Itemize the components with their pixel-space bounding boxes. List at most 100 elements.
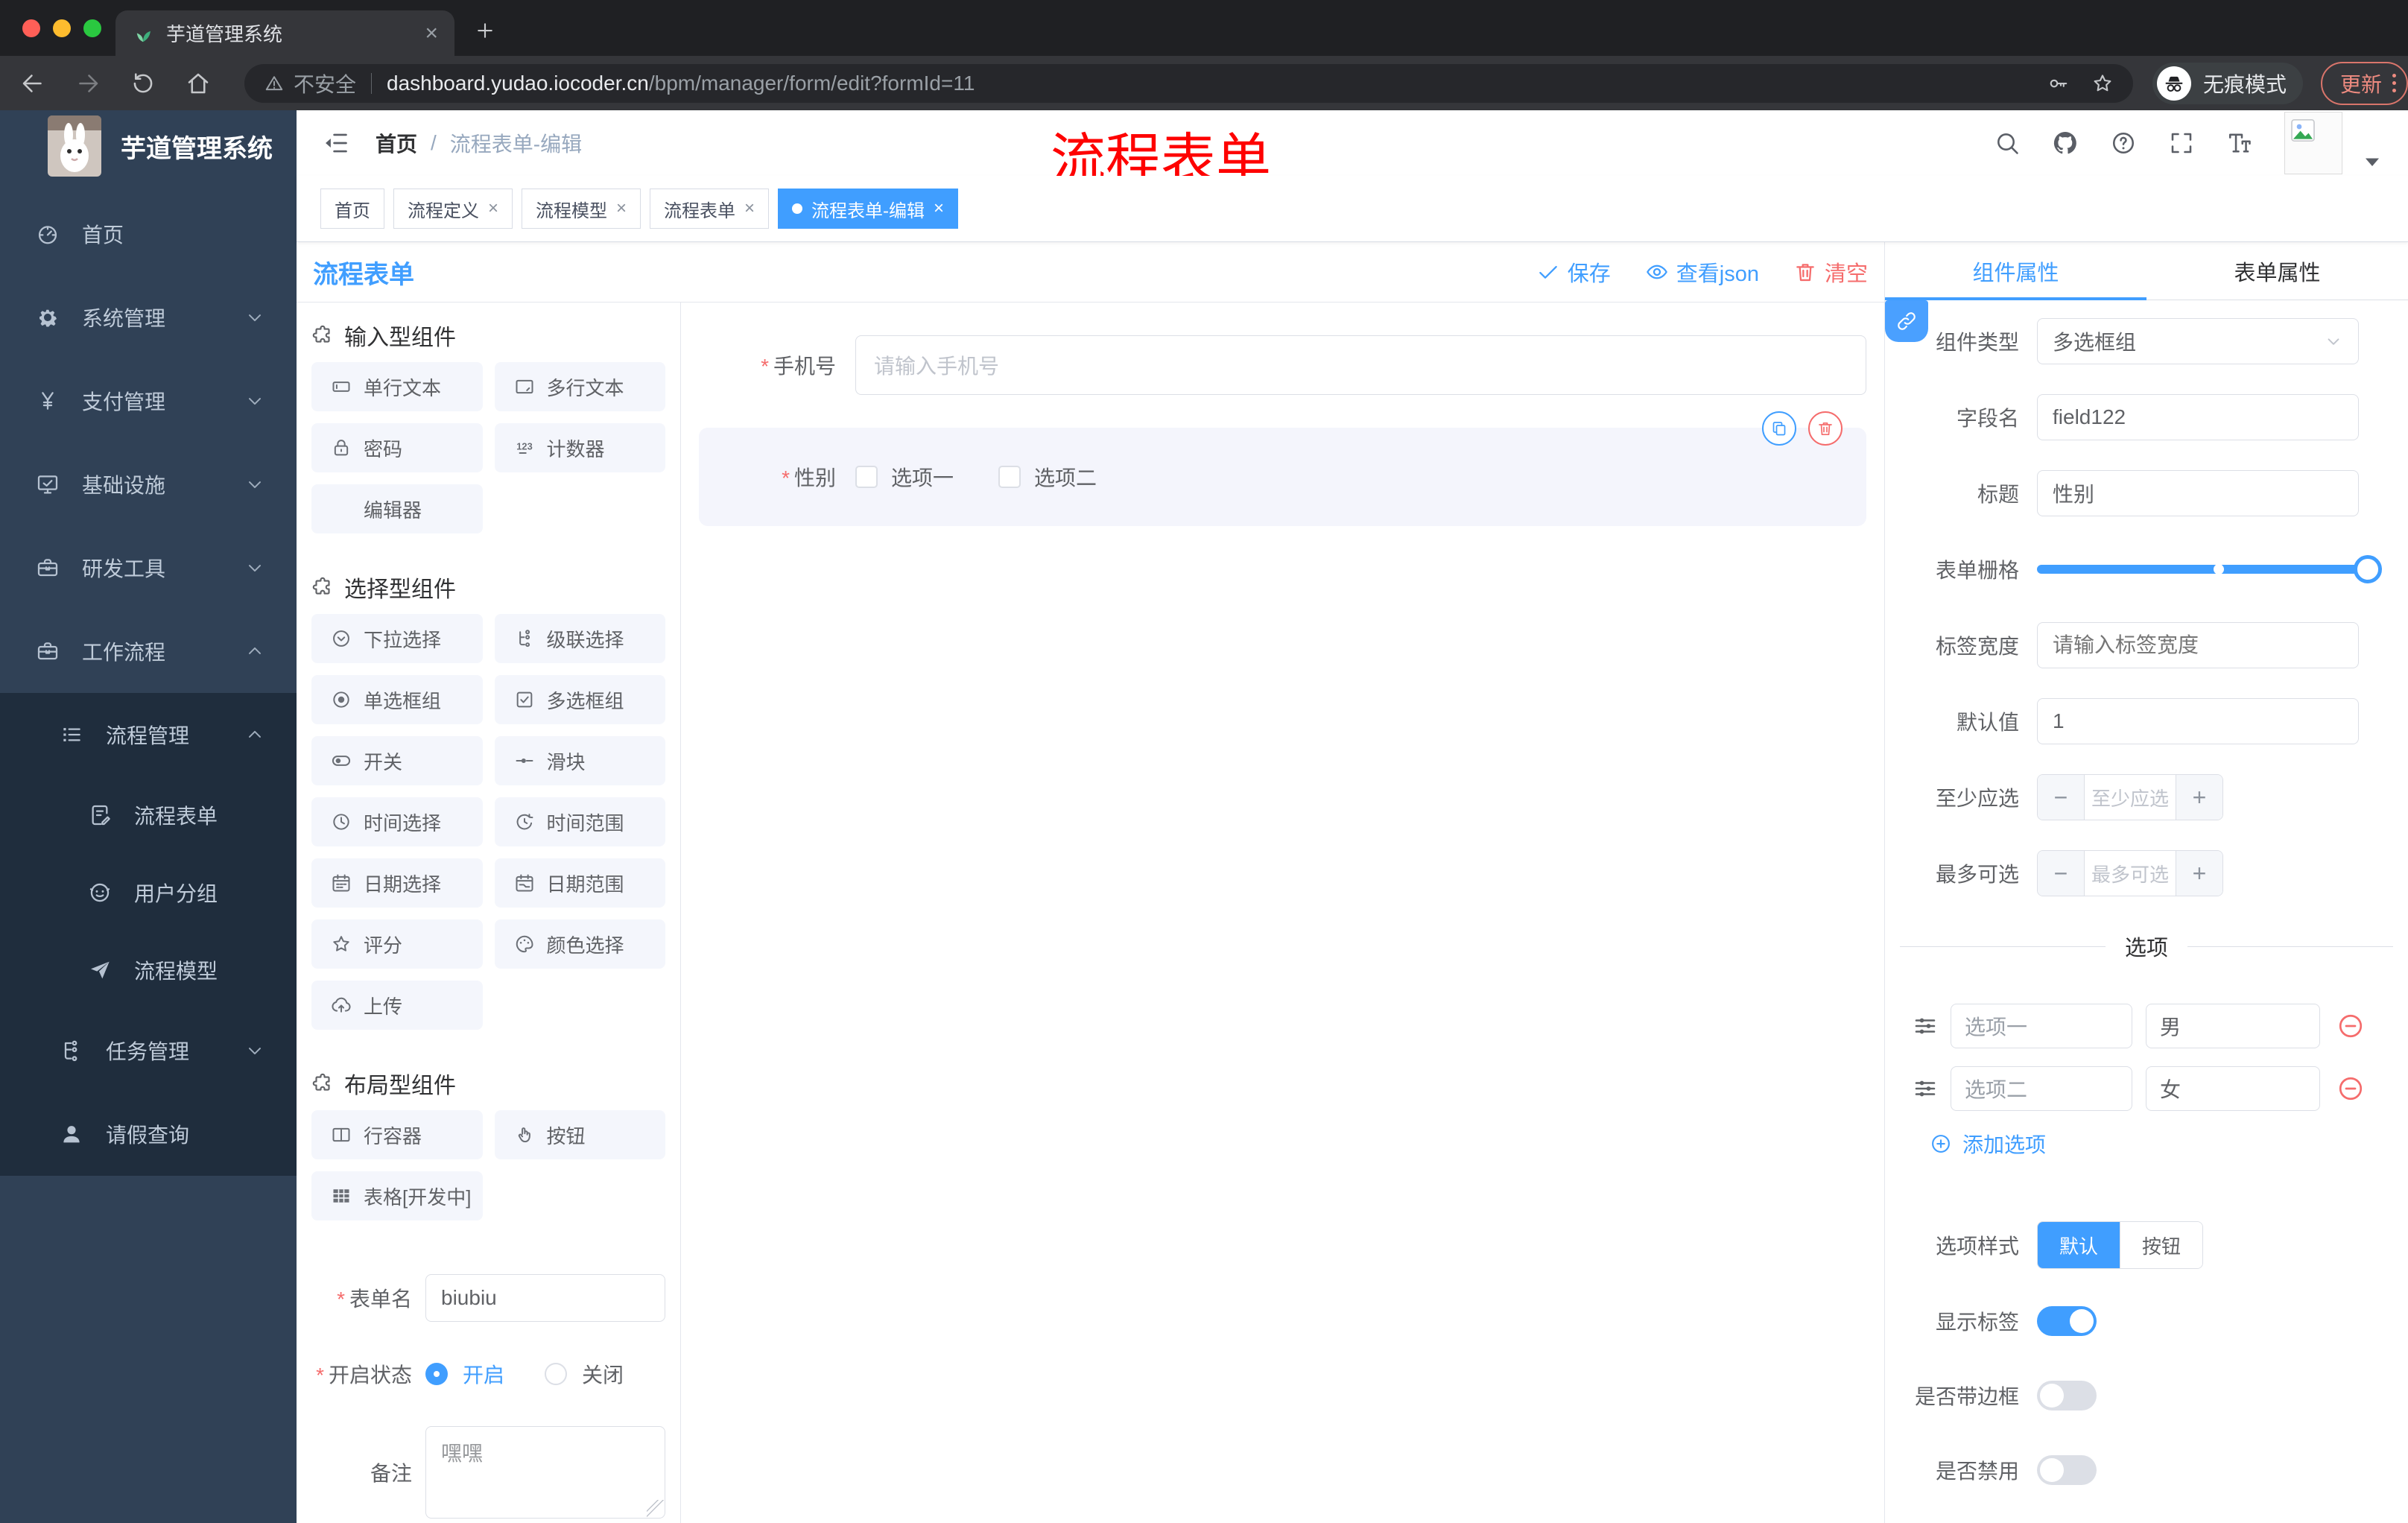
component-chip-多行文本[interactable]: 多行文本 (494, 362, 665, 411)
component-chip-密码[interactable]: 密码 (311, 423, 483, 472)
title-input[interactable] (2037, 470, 2359, 516)
max-select-placeholder[interactable]: 最多可选 (2085, 851, 2176, 896)
sidebar-logo[interactable]: 芋道管理系统 (0, 110, 297, 182)
copy-field-button[interactable] (1762, 411, 1796, 446)
sidebar-item-支付管理[interactable]: 支付管理 (0, 359, 297, 443)
component-chip-按钮[interactable]: 按钮 (494, 1110, 665, 1159)
sidebar-item-首页[interactable]: 首页 (0, 192, 297, 276)
phone-input[interactable]: 请输入手机号 (855, 335, 1866, 395)
field-name-input[interactable] (2037, 394, 2359, 440)
component-chip-颜色选择[interactable]: 颜色选择 (494, 919, 665, 969)
sidebar-item-任务管理[interactable]: 任务管理 (0, 1009, 297, 1092)
tag-流程定义[interactable]: 流程定义 × (393, 189, 513, 229)
add-option-button[interactable]: 添加选项 (1930, 1129, 2393, 1159)
form-canvas[interactable]: * 手机号 请输入手机号 * 性别 选项一 选项二 (681, 303, 1884, 1523)
url-bar[interactable]: 不安全 dashboard.yudao.iocoder.cn/bpm/manag… (244, 63, 2133, 103)
sidebar-item-基础设施[interactable]: 基础设施 (0, 443, 297, 526)
sidebar-item-流程模型[interactable]: 流程模型 (0, 931, 297, 1009)
toggle-是否带边框[interactable] (2037, 1381, 2097, 1410)
sidebar-item-流程表单[interactable]: 流程表单 (0, 776, 297, 854)
option-text-input[interactable] (1951, 1004, 2132, 1048)
sidebar-item-系统管理[interactable]: 系统管理 (0, 276, 297, 359)
component-chip-开关[interactable]: 开关 (311, 736, 483, 785)
form-name-input[interactable] (425, 1274, 665, 1322)
default-value-input[interactable] (2037, 698, 2359, 744)
back-icon[interactable] (19, 70, 46, 97)
status-radio-off[interactable] (545, 1363, 568, 1385)
traffic-lights[interactable] (22, 19, 101, 37)
avatar[interactable] (2284, 112, 2342, 174)
font-size-icon[interactable] (2226, 130, 2253, 156)
update-button[interactable]: 更新 (2320, 61, 2408, 105)
stepper-plus-button[interactable]: + (2176, 851, 2222, 896)
home-icon[interactable] (185, 70, 212, 97)
component-type-select[interactable]: 多选框组 (2037, 318, 2359, 364)
traffic-light-2[interactable] (83, 19, 101, 37)
bookmark-star-icon[interactable] (2091, 72, 2114, 95)
tag-close-icon[interactable]: × (616, 198, 627, 219)
avatar-caret-icon[interactable] (2359, 148, 2386, 175)
status-on-label[interactable]: 开启 (463, 1359, 504, 1389)
breadcrumb-home[interactable]: 首页 (376, 128, 417, 158)
remove-option-button[interactable] (2336, 1012, 2365, 1040)
tab-component-props[interactable]: 组件属性 (1885, 242, 2146, 300)
delete-field-button[interactable] (1808, 411, 1843, 446)
help-icon[interactable] (2110, 130, 2137, 156)
toggle-是否禁用[interactable] (2037, 1455, 2097, 1485)
tab-form-props[interactable]: 表单属性 (2146, 242, 2408, 300)
security-label[interactable]: 不安全 (294, 69, 356, 98)
toggle-显示标签[interactable] (2037, 1306, 2097, 1336)
option-value-input[interactable] (2146, 1004, 2320, 1048)
github-icon[interactable] (2052, 130, 2079, 156)
component-chip-上传[interactable]: 上传 (311, 981, 483, 1030)
view-json-button[interactable]: 查看json (1645, 256, 1759, 288)
link-tab[interactable] (1885, 300, 1928, 342)
component-chip-单行文本[interactable]: 单行文本 (311, 362, 483, 411)
tab-close-icon[interactable]: × (425, 22, 438, 45)
canvas-field-gender-selected[interactable]: * 性别 选项一 选项二 (699, 411, 1866, 526)
tag-close-icon[interactable]: × (934, 198, 944, 219)
canvas-field-phone[interactable]: * 手机号 请输入手机号 (699, 335, 1866, 395)
option-style-按钮[interactable]: 按钮 (2120, 1222, 2202, 1268)
tag-close-icon[interactable]: × (744, 198, 755, 219)
option-style-默认[interactable]: 默认 (2038, 1222, 2120, 1268)
component-chip-下拉选择[interactable]: 下拉选择 (311, 614, 483, 663)
component-chip-时间选择[interactable]: 时间选择 (311, 797, 483, 846)
label-width-input[interactable] (2037, 622, 2359, 668)
stepper-plus-button[interactable]: + (2176, 775, 2222, 820)
remove-option-button[interactable] (2336, 1074, 2365, 1103)
slider-handle[interactable] (2354, 555, 2382, 583)
component-chip-编辑器[interactable]: 编辑器 (311, 484, 483, 533)
save-button[interactable]: 保存 (1536, 256, 1611, 288)
browser-menu-icon[interactable] (2392, 74, 2396, 92)
sidebar-collapse-icon[interactable] (322, 129, 350, 157)
forward-icon[interactable] (75, 70, 101, 97)
search-icon[interactable] (1994, 130, 2021, 156)
sidebar-item-流程管理[interactable]: 流程管理 (0, 693, 297, 776)
component-chip-时间范围[interactable]: 时间范围 (494, 797, 665, 846)
component-chip-行容器[interactable]: 行容器 (311, 1110, 483, 1159)
component-chip-单选框组[interactable]: 单选框组 (311, 675, 483, 724)
sidebar-item-工作流程[interactable]: 工作流程 (0, 609, 297, 693)
option-text-input[interactable] (1951, 1066, 2132, 1111)
min-select-placeholder[interactable]: 至少应选 (2085, 775, 2176, 820)
stepper-minus-button[interactable]: − (2038, 775, 2085, 820)
password-key-icon[interactable] (2047, 72, 2069, 95)
status-radio-on[interactable] (425, 1363, 448, 1385)
component-chip-表格[开发中][interactable]: 表格[开发中] (311, 1171, 483, 1220)
status-off-label[interactable]: 关闭 (582, 1359, 624, 1389)
form-grid-slider[interactable] (2037, 546, 2382, 592)
drag-handle-icon[interactable] (1912, 1013, 1939, 1039)
component-chip-计数器[interactable]: 123 计数器 (494, 423, 665, 472)
component-chip-滑块[interactable]: 滑块 (494, 736, 665, 785)
component-chip-评分[interactable]: 评分 (311, 919, 483, 969)
stepper-minus-button[interactable]: − (2038, 851, 2085, 896)
checkbox-选项二[interactable] (998, 466, 1021, 488)
sidebar-item-研发工具[interactable]: 研发工具 (0, 526, 297, 609)
browser-tab[interactable]: 芋道管理系统 × (115, 10, 454, 56)
form-remark-textarea[interactable]: 嘿嘿 (425, 1426, 665, 1519)
clear-button[interactable]: 清空 (1793, 256, 1868, 288)
new-tab-button[interactable] (474, 19, 496, 42)
option-value-input[interactable] (2146, 1066, 2320, 1111)
sidebar-item-用户分组[interactable]: 用户分组 (0, 854, 297, 931)
